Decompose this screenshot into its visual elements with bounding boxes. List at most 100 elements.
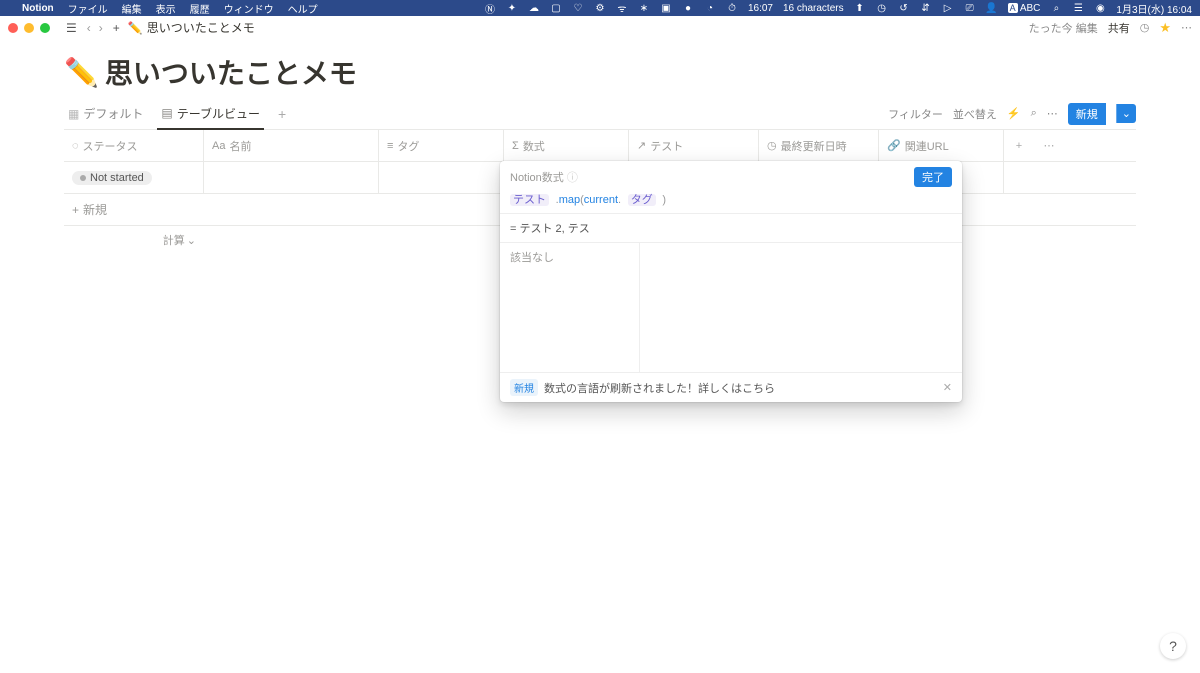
traffic-lights[interactable] bbox=[8, 23, 50, 33]
col-test[interactable]: ↗テスト bbox=[629, 130, 759, 161]
sidebar-toggle-icon[interactable]: ☰ bbox=[66, 21, 77, 35]
bluetooth-icon[interactable]: ∗ bbox=[638, 2, 650, 14]
cloud-icon[interactable]: ☁ bbox=[528, 2, 540, 14]
alarm-icon[interactable]: ⏱ bbox=[726, 2, 738, 14]
menubar-item-window[interactable]: ウィンドウ bbox=[224, 1, 274, 16]
sort-button[interactable]: 並べ替え bbox=[953, 106, 997, 122]
minimize-window[interactable] bbox=[24, 23, 34, 33]
menubar-item-file[interactable]: ファイル bbox=[68, 1, 108, 16]
favorite-icon[interactable]: ★ bbox=[1159, 20, 1171, 36]
page-title[interactable]: ✏️ 思いついたことメモ bbox=[64, 52, 1136, 92]
clock-icon[interactable]: ◷ bbox=[876, 2, 888, 14]
breadcrumb[interactable]: ✏️ 思いついたことメモ bbox=[128, 19, 255, 36]
menubar-date[interactable]: 1月3日(水) 16:04 bbox=[1116, 1, 1192, 16]
status-icon[interactable]: Ⓝ bbox=[484, 2, 496, 14]
done-button[interactable]: 完了 bbox=[914, 167, 952, 187]
link-icon: 🔗 bbox=[887, 139, 901, 152]
upload-icon[interactable]: ⬆ bbox=[854, 2, 866, 14]
new-button[interactable]: 新規 bbox=[1068, 103, 1106, 125]
sync-icon[interactable]: ⇵ bbox=[920, 2, 932, 14]
formula-editor-popover: Notion数式 ⓘ 完了 テスト .map(current. タグ ) = テ… bbox=[500, 161, 962, 402]
footer-text[interactable]: 数式の言語が刷新されました！詳しくはこちら bbox=[544, 380, 775, 396]
menubar-item-history[interactable]: 履歴 bbox=[190, 1, 210, 16]
breadcrumb-title: 思いついたことメモ bbox=[147, 19, 255, 36]
user-icon[interactable]: 👤 bbox=[986, 2, 998, 14]
col-tag[interactable]: ≡タグ bbox=[379, 130, 504, 161]
nav-arrows: ‹ › bbox=[85, 21, 105, 35]
col-updated[interactable]: ◷最終更新日時 bbox=[759, 130, 879, 161]
page-emoji-icon[interactable]: ✏️ bbox=[64, 56, 99, 89]
menubar-item-help[interactable]: ヘルプ bbox=[288, 1, 318, 16]
new-button-dropdown[interactable]: ⌄ bbox=[1116, 104, 1136, 123]
share-button[interactable]: 共有 bbox=[1108, 20, 1130, 36]
cell-tag[interactable] bbox=[379, 162, 504, 193]
clock-icon[interactable]: ◷ bbox=[1140, 21, 1150, 34]
char-count: 16 characters bbox=[783, 3, 844, 14]
new-badge: 新規 bbox=[510, 379, 538, 396]
search-icon[interactable]: ⌕ bbox=[1050, 2, 1062, 14]
col-status[interactable]: ◌ ステータス bbox=[64, 130, 204, 161]
menubar-item-edit[interactable]: 編集 bbox=[122, 1, 142, 16]
text-icon: Aa bbox=[212, 140, 225, 152]
nav-forward[interactable]: › bbox=[97, 21, 105, 35]
token-function: map bbox=[559, 194, 580, 206]
col-label: テスト bbox=[650, 138, 683, 154]
popover-title: Notion数式 ⓘ bbox=[510, 169, 578, 185]
col-label: ステータス bbox=[83, 138, 138, 154]
token-keyword: current bbox=[584, 194, 618, 206]
col-label: 数式 bbox=[523, 138, 545, 154]
more-icon[interactable]: ⋯ bbox=[1047, 107, 1058, 120]
board-icon: ▦ bbox=[68, 107, 79, 121]
token-property: タグ bbox=[628, 194, 656, 206]
formula-input[interactable]: テスト .map(current. タグ ) bbox=[510, 191, 952, 207]
add-column[interactable]: + bbox=[1004, 130, 1034, 161]
status-icon[interactable]: ✦ bbox=[506, 2, 518, 14]
col-more[interactable]: ⋯ bbox=[1034, 130, 1064, 161]
cell-status[interactable]: Not started bbox=[64, 162, 204, 193]
view-tab-default[interactable]: ▦ デフォルト bbox=[64, 99, 147, 128]
nav-back[interactable]: ‹ bbox=[85, 21, 93, 35]
new-row-label: 新規 bbox=[83, 201, 107, 218]
formula-result: = テスト 2, テス bbox=[500, 213, 962, 242]
help-button[interactable]: ? bbox=[1160, 633, 1186, 659]
col-formula[interactable]: Σ数式 bbox=[504, 130, 629, 161]
eye-icon[interactable]: ◉ bbox=[1094, 2, 1106, 14]
screen-icon[interactable]: ▢ bbox=[550, 2, 562, 14]
mac-menubar: Notion ファイル 編集 表示 履歴 ウィンドウ ヘルプ Ⓝ ✦ ☁ ▢ ♡… bbox=[0, 0, 1200, 16]
shield-icon[interactable]: ♡ bbox=[572, 2, 584, 14]
formula-footer: 新規 数式の言語が刷新されました！詳しくはこちら ✕ bbox=[500, 372, 962, 402]
filter-button[interactable]: フィルター bbox=[888, 106, 943, 122]
line-icon[interactable]: ● bbox=[682, 2, 694, 14]
search-icon[interactable]: ⌕ bbox=[1031, 107, 1037, 120]
table-icon: ▤ bbox=[161, 106, 172, 120]
play-icon[interactable]: ▷ bbox=[942, 2, 954, 14]
cell-name[interactable] bbox=[204, 162, 379, 193]
menubar-app[interactable]: Notion bbox=[22, 3, 54, 14]
close-icon[interactable]: ✕ bbox=[943, 381, 952, 394]
settings-icon[interactable]: ⚙ bbox=[594, 2, 606, 14]
page-title-text[interactable]: 思いついたことメモ bbox=[105, 52, 357, 92]
edit-status: たった今 編集 bbox=[1029, 20, 1098, 36]
new-page-icon[interactable]: + bbox=[113, 21, 120, 35]
col-name[interactable]: Aa名前 bbox=[204, 130, 379, 161]
col-url[interactable]: 🔗関連URL bbox=[879, 130, 1004, 161]
close-window[interactable] bbox=[8, 23, 18, 33]
add-view-button[interactable]: + bbox=[274, 106, 290, 122]
app-icon[interactable]: ▣ bbox=[660, 2, 672, 14]
view-tab-table[interactable]: ▤ テーブルビュー bbox=[157, 99, 264, 130]
history-icon[interactable]: ↺ bbox=[898, 2, 910, 14]
status-icon: ◌ bbox=[72, 140, 79, 152]
maximize-window[interactable] bbox=[40, 23, 50, 33]
calc-cell[interactable]: 計算 ⌄ bbox=[64, 226, 204, 254]
calc-label: 計算 bbox=[163, 232, 185, 248]
bolt-icon[interactable]: ⚡ bbox=[1007, 107, 1021, 120]
view-tabs: ▦ デフォルト ▤ テーブルビュー + フィルター 並べ替え ⚡ ⌕ ⋯ 新規 ⌄ bbox=[64, 98, 1136, 130]
gauge-icon[interactable]: ◔ bbox=[704, 2, 716, 14]
view-tab-label: デフォルト bbox=[83, 105, 143, 122]
display-icon[interactable]: ⎚ bbox=[964, 2, 976, 14]
control-center-icon[interactable]: ☰ bbox=[1072, 2, 1084, 14]
wifi-icon[interactable]: ᯤ bbox=[616, 2, 628, 14]
menubar-item-view[interactable]: 表示 bbox=[156, 1, 176, 16]
ime-indicator[interactable]: A ABC bbox=[1008, 3, 1041, 14]
more-icon[interactable]: ⋯ bbox=[1181, 21, 1192, 34]
